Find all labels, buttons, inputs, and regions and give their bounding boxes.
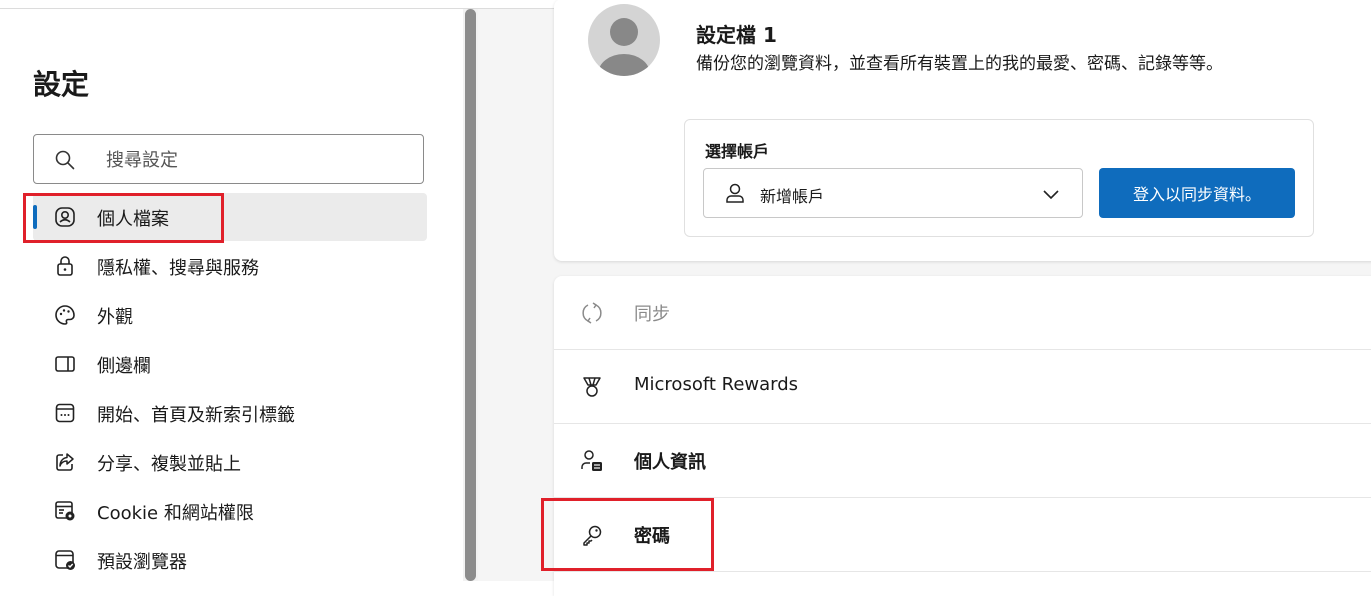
sidebar-item-label: 開始、首頁及新索引標籤	[97, 405, 295, 426]
search-icon	[55, 150, 75, 170]
main-content: 設定檔 1 備份您的瀏覽資料，並查看所有裝置上的我的最愛、密碼、記錄等等。 選擇…	[478, 0, 1371, 596]
settings-row-label: 個人資訊	[634, 452, 706, 473]
palette-icon	[55, 305, 75, 325]
signin-sync-button[interactable]: 登入以同步資料。	[1099, 168, 1295, 218]
profile-description: 備份您的瀏覽資料，並查看所有裝置上的我的最愛、密碼、記錄等等。	[696, 54, 1223, 74]
settings-sidebar: 設定 個人檔案 隱私權、搜尋與服務 外觀	[0, 9, 463, 581]
account-label: 選擇帳戶	[705, 142, 770, 161]
sidebar-item-label: 隱私權、搜尋與服務	[97, 258, 259, 279]
person-icon	[726, 183, 744, 203]
sidebar-item-label: Cookie 和網站權限	[97, 503, 254, 524]
sidebar-item-start-home[interactable]: 開始、首頁及新索引標籤	[33, 389, 427, 437]
home-tab-icon	[55, 403, 75, 423]
key-icon	[583, 525, 602, 546]
sidebar-item-label: 外觀	[97, 307, 133, 328]
share-icon	[56, 453, 74, 471]
rewards-icon	[583, 377, 601, 397]
chevron-down-icon	[1043, 190, 1059, 200]
settings-row-sync[interactable]: 同步	[554, 276, 1371, 350]
settings-row-rewards[interactable]: Microsoft Rewards	[554, 350, 1371, 424]
sidebar-item-label: 側邊欄	[97, 356, 151, 377]
settings-row-personal-info[interactable]: 個人資訊	[554, 424, 1371, 498]
sidebar-item-label: 分享、複製並貼上	[97, 454, 241, 475]
profile-icon	[55, 207, 75, 227]
sync-icon	[582, 302, 602, 324]
settings-row-label: 同步	[634, 304, 670, 325]
settings-row-label: 密碼	[634, 526, 670, 547]
sidebar-item-default-browser[interactable]: 預設瀏覽器	[33, 536, 427, 584]
personal-info-icon	[581, 450, 602, 471]
default-browser-icon	[55, 550, 75, 570]
settings-list-card: 同步 Microsoft Rewards 個人資訊 密碼	[554, 276, 1371, 596]
account-box: 選擇帳戶 新增帳戶 登入以同步資料。	[684, 119, 1314, 237]
sidebar-item-privacy[interactable]: 隱私權、搜尋與服務	[33, 242, 427, 290]
sidebar-item-appearance[interactable]: 外觀	[33, 291, 427, 339]
settings-row-passwords[interactable]: 密碼	[554, 498, 1371, 572]
sidebar-item-label: 預設瀏覽器	[97, 552, 187, 573]
scrollbar-thumb[interactable]	[465, 9, 476, 581]
search-box[interactable]	[33, 134, 424, 184]
active-indicator	[33, 205, 37, 229]
sidebar-title: 設定	[33, 68, 90, 101]
lock-icon	[57, 256, 73, 276]
settings-row-label: Microsoft Rewards	[634, 374, 799, 395]
profile-card: 設定檔 1 備份您的瀏覽資料，並查看所有裝置上的我的最愛、密碼、記錄等等。 選擇…	[554, 0, 1371, 261]
sidebar-item-profile[interactable]: 個人檔案	[33, 193, 427, 241]
account-dropdown[interactable]: 新增帳戶	[703, 168, 1083, 218]
cookie-settings-icon	[55, 501, 75, 521]
search-input[interactable]	[104, 145, 408, 175]
sidebar-icon	[55, 356, 75, 372]
account-dropdown-value: 新增帳戶	[760, 187, 825, 206]
avatar-person-icon	[598, 18, 650, 76]
avatar	[588, 4, 660, 76]
profile-name: 設定檔 1	[696, 23, 777, 47]
sidebar-item-label: 個人檔案	[97, 209, 169, 230]
sidebar-item-share[interactable]: 分享、複製並貼上	[33, 438, 427, 486]
sidebar-item-cookies[interactable]: Cookie 和網站權限	[33, 487, 427, 535]
sidebar-item-sidebar[interactable]: 側邊欄	[33, 340, 427, 388]
sidebar-scrollbar[interactable]	[463, 9, 478, 581]
